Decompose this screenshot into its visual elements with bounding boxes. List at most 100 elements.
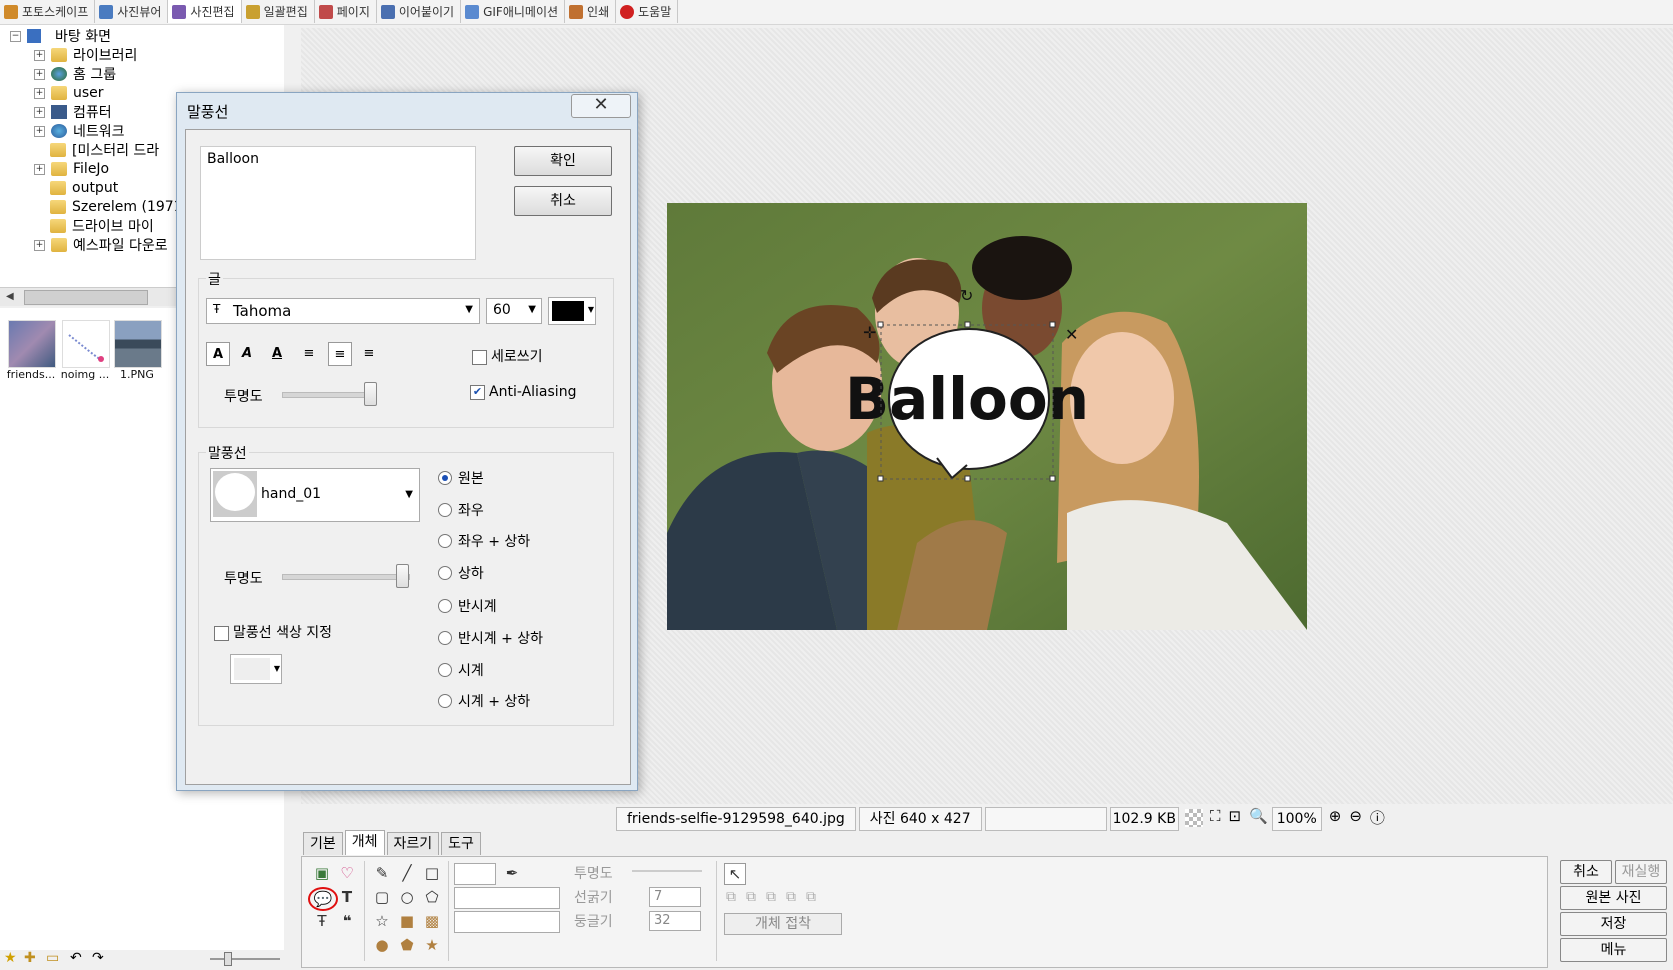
expand-icon[interactable]: + <box>34 68 45 80</box>
font-combo[interactable]: Ŧ Tahoma ▼ <box>206 298 480 324</box>
zoom-fit-icon[interactable]: ⊡ <box>1228 807 1241 829</box>
tree-item[interactable]: Szerelem (1971 <box>50 198 183 216</box>
ok-button[interactable]: 확인 <box>514 146 612 176</box>
tree-item[interactable]: output <box>50 179 118 197</box>
tab-viewer[interactable]: 사진뷰어 <box>95 0 169 23</box>
forward-icon[interactable]: ↷ <box>92 950 104 966</box>
tree-item[interactable]: 드라이브 마이 <box>50 217 154 235</box>
roundness-spinner[interactable]: 32 <box>649 911 701 931</box>
align-left-icon[interactable]: ≡ <box>298 342 320 364</box>
balloon-color-checkbox[interactable]: 말풍선 색상 지정 <box>214 622 332 642</box>
tree-item[interactable]: + 홈 그룹 <box>34 65 116 83</box>
heart-icon[interactable]: ♡ <box>337 863 357 883</box>
filled-circle-icon[interactable]: ● <box>372 935 392 955</box>
radio-original[interactable]: 원본 <box>438 468 484 488</box>
pointer-icon[interactable]: ↖ <box>724 863 746 885</box>
tree-item[interactable]: + 네트워크 <box>34 122 125 140</box>
tab-print[interactable]: 인쇄 <box>565 0 617 23</box>
color-combo[interactable] <box>454 863 496 885</box>
folder-open-icon[interactable]: ▭ <box>46 950 59 966</box>
filled-polygon-icon[interactable]: ⬟ <box>397 935 417 955</box>
balloon-tool-icon[interactable]: 💬 <box>308 887 338 911</box>
zoom-out-icon[interactable]: ⊖ <box>1349 807 1362 829</box>
balloon-text[interactable]: Balloon <box>845 365 1089 433</box>
tab-object[interactable]: 개체 <box>344 830 385 855</box>
align-right-icon[interactable]: ≡ <box>358 342 380 364</box>
line-width-spinner[interactable]: 7 <box>649 887 701 907</box>
freehand-icon[interactable]: ✎ <box>372 863 392 883</box>
tab-editor[interactable]: 사진편집 <box>168 0 242 23</box>
text-style-icon[interactable]: Ŧ <box>312 911 332 931</box>
radio-cw[interactable]: 시계 <box>438 660 484 680</box>
expand-icon[interactable]: + <box>34 49 45 61</box>
tab-crop[interactable]: 자르기 <box>386 832 440 855</box>
cancel-button[interactable]: 취소 <box>514 186 612 216</box>
image-icon[interactable]: ▣ <box>312 863 332 883</box>
polygon-icon[interactable]: ⬠ <box>422 887 442 907</box>
expand-icon[interactable]: + <box>34 125 45 137</box>
info-icon[interactable]: ⓘ <box>1370 807 1385 829</box>
balloon-color-picker[interactable]: ▼ <box>230 654 282 684</box>
tree-item[interactable]: + 예스파일 다운로 <box>34 236 168 254</box>
scroll-left-icon[interactable]: ◀ <box>6 291 14 302</box>
text-opacity-slider[interactable] <box>282 392 376 398</box>
radio-ccw[interactable]: 반시계 <box>438 596 497 616</box>
tab-tools[interactable]: 도구 <box>441 832 481 855</box>
thumbnail-noimg[interactable] <box>62 320 110 368</box>
vertical-text-checkbox[interactable]: 세로쓰기 <box>472 346 543 366</box>
text-color-picker[interactable]: ▼ <box>548 297 596 325</box>
object-attach-button[interactable]: 개체 접착 <box>724 913 842 935</box>
checker-icon[interactable] <box>1184 809 1203 827</box>
zoom-icon[interactable]: 🔍 <box>1249 807 1268 829</box>
rounded-rect-icon[interactable]: ▢ <box>372 887 392 907</box>
dialog-titlebar[interactable]: 말풍선 ✕ <box>177 93 637 123</box>
underline-icon[interactable]: A <box>266 342 288 364</box>
quote-icon[interactable]: ❝ <box>337 911 357 931</box>
photo[interactable]: Balloon ✕ ✛ ↻ <box>667 203 1307 630</box>
align-center-icon[interactable]: ≡ <box>328 342 352 366</box>
tree-root[interactable]: − 바탕 화면 <box>10 27 111 45</box>
font-size-combo[interactable]: 60 ▼ <box>486 298 542 324</box>
thumbnail-size-knob[interactable] <box>224 952 232 966</box>
radio-flip-horizontal[interactable]: 좌우 <box>438 500 484 520</box>
balloon-opacity-slider[interactable] <box>282 574 410 580</box>
expand-icon[interactable]: + <box>34 87 45 99</box>
close-icon[interactable]: ✕ <box>571 94 631 118</box>
radio-flip-both[interactable]: 좌우 + 상하 <box>438 531 530 551</box>
tab-photoscape[interactable]: 포토스케이프 <box>0 0 96 23</box>
thumbnail-size-slider[interactable] <box>210 958 280 960</box>
antialiasing-checkbox[interactable]: ✔ Anti-Aliasing <box>470 384 576 400</box>
tab-basic[interactable]: 기본 <box>303 832 343 855</box>
bold-icon[interactable]: A <box>206 342 230 366</box>
text-opacity-thumb[interactable] <box>364 382 377 406</box>
tab-help[interactable]: 도움말 <box>616 0 679 23</box>
opacity-slider[interactable] <box>632 870 702 872</box>
scroll-thumb[interactable] <box>24 290 148 305</box>
zoom-in-icon[interactable]: ⊕ <box>1329 807 1342 829</box>
expand-icon[interactable]: + <box>34 106 45 118</box>
italic-icon[interactable]: A <box>236 342 258 364</box>
eyedropper-icon[interactable]: ✒ <box>502 863 522 883</box>
tab-page[interactable]: 페이지 <box>315 0 377 23</box>
rectangle-icon[interactable]: □ <box>422 863 442 883</box>
tree-item[interactable]: + FileJo <box>34 160 109 178</box>
collapse-icon[interactable]: − <box>10 30 21 42</box>
fit-icon[interactable]: ⛶ <box>1210 807 1221 829</box>
original-photo-button[interactable]: 원본 사진 <box>1560 886 1667 910</box>
filled-rect-icon[interactable]: ■ <box>397 911 417 931</box>
balloon-text-input[interactable]: Balloon <box>200 146 476 260</box>
expand-icon[interactable]: + <box>34 163 45 175</box>
radio-ccw-vertical[interactable]: 반시계 + 상하 <box>438 628 543 648</box>
tab-batch[interactable]: 일괄편집 <box>242 0 315 23</box>
cancel-action-button[interactable]: 취소 <box>1560 860 1612 884</box>
line-icon[interactable]: ╱ <box>397 863 417 883</box>
thumbnail-png[interactable] <box>114 320 162 368</box>
add-folder-icon[interactable]: ✚ <box>24 950 36 966</box>
radio-cw-vertical[interactable]: 시계 + 상하 <box>438 691 530 711</box>
circle-icon[interactable]: ○ <box>397 887 417 907</box>
tree-item[interactable]: + 라이브러리 <box>34 46 137 64</box>
tab-gif[interactable]: GIF애니메이션 <box>461 0 566 23</box>
tree-item[interactable]: [미스터리 드라 <box>50 141 159 159</box>
line-style-combo[interactable] <box>454 887 560 909</box>
balloon-style-combo[interactable]: hand_01 ▼ <box>210 468 420 522</box>
